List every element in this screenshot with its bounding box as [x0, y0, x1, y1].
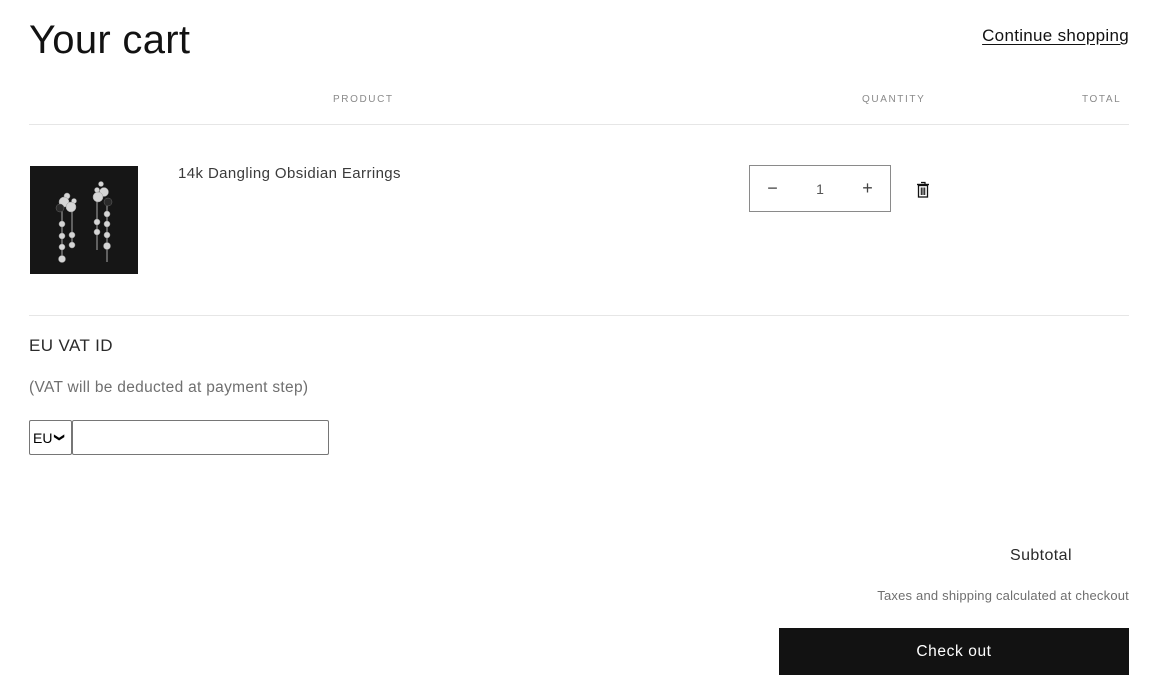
product-name-link[interactable]: 14k Dangling Obsidian Earrings — [178, 165, 401, 182]
continue-shopping-link[interactable]: Continue shopping — [982, 26, 1129, 46]
plus-icon: + — [862, 178, 873, 198]
header-divider — [29, 124, 1129, 125]
subtotal-label: Subtotal — [1010, 547, 1072, 564]
increase-quantity-button[interactable]: + — [845, 166, 890, 211]
vat-note: (VAT will be deducted at payment step) — [29, 379, 309, 396]
remove-item-button[interactable] — [915, 181, 931, 199]
page-title: Your cart — [29, 18, 191, 62]
vat-country-select[interactable]: EU ❯ — [29, 420, 72, 455]
chevron-down-icon: ❯ — [54, 433, 66, 442]
quantity-stepper: − + — [749, 165, 891, 212]
checkout-button[interactable]: Check out — [779, 628, 1129, 675]
vat-country-value: EU — [33, 429, 53, 446]
vat-id-input[interactable] — [72, 420, 329, 455]
decrease-quantity-button[interactable]: − — [750, 166, 795, 211]
trash-icon — [917, 181, 929, 198]
quantity-input[interactable] — [795, 180, 845, 197]
items-divider — [29, 315, 1129, 316]
column-header-product: Product — [333, 94, 394, 105]
earrings-image-icon — [55, 181, 113, 263]
minus-icon: − — [767, 178, 778, 198]
earrings-product-image[interactable] — [30, 166, 138, 274]
column-header-total: Total — [1082, 94, 1122, 105]
tax-shipping-note: Taxes and shipping calculated at checkou… — [877, 588, 1129, 603]
vat-title: EU VAT ID — [29, 336, 113, 355]
column-header-quantity: Quantity — [862, 94, 926, 105]
